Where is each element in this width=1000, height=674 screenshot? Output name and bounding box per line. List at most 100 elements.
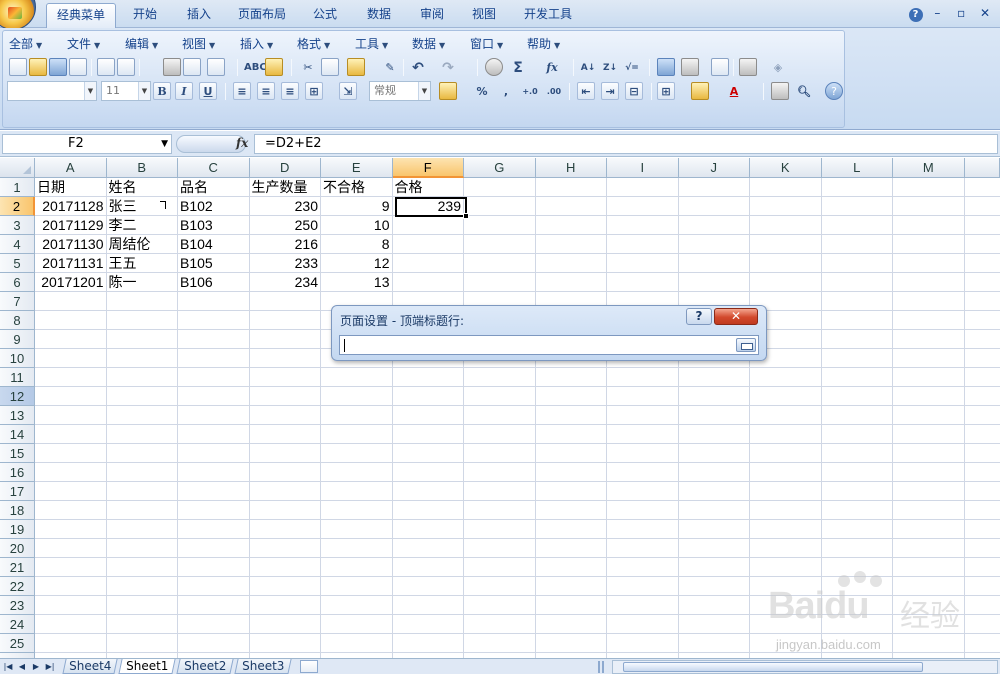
sheet-tab-sheet3[interactable]: Sheet3 [234, 659, 292, 674]
insert-function-icon[interactable]: fx [543, 58, 561, 76]
menu-data[interactable]: 数据 ▼ [412, 34, 445, 54]
cell-e5[interactable]: 12 [321, 254, 392, 273]
row-header-3[interactable]: 3 [0, 216, 35, 235]
cell-c2[interactable]: B102 [178, 197, 249, 216]
tab-developer[interactable]: 开发工具 [516, 3, 580, 28]
row-header-1[interactable]: 1 [0, 178, 35, 197]
cell-styles-icon[interactable]: ⊟ [625, 82, 643, 100]
cell-c5[interactable]: B105 [178, 254, 249, 273]
row-header-23[interactable]: 23 [0, 596, 35, 615]
print-icon[interactable] [163, 58, 181, 76]
tab-formulas[interactable]: 公式 [304, 3, 346, 28]
sort-descending-icon[interactable]: Z↓ [601, 58, 619, 76]
menu-window[interactable]: 窗口 ▼ [470, 34, 503, 54]
insert-sheet-icon[interactable] [300, 660, 318, 673]
row-header-16[interactable]: 16 [0, 463, 35, 482]
row-header-13[interactable]: 13 [0, 406, 35, 425]
cell-e1[interactable]: 不合格 [321, 178, 392, 197]
column-header-m[interactable]: M [893, 158, 965, 178]
column-header-k[interactable]: K [750, 158, 822, 178]
name-box[interactable]: F2 ▼ [2, 134, 172, 154]
menu-tools[interactable]: 工具 ▼ [355, 34, 388, 54]
column-header-c[interactable]: C [178, 158, 250, 178]
menu-view[interactable]: 视图 ▼ [182, 34, 215, 54]
save-icon[interactable] [49, 58, 67, 76]
column-header-l[interactable]: L [821, 158, 893, 178]
font-name-combo[interactable]: ▼ [7, 81, 97, 101]
cell-b2[interactable]: 张三 [107, 197, 178, 216]
prev-sheet-icon[interactable]: ◀ [16, 660, 28, 673]
row-header-9[interactable]: 9 [0, 330, 35, 349]
cell-a6[interactable]: 20171201 [35, 273, 106, 292]
number-format-combo[interactable]: 常规 ▼ [369, 81, 431, 101]
worksheet-grid[interactable]: ABCDEFGHIJKLM 1 2 3 4 5 6 7 8 9 10 11 12 13 14 15 16 17 1… [0, 158, 1000, 658]
first-sheet-icon[interactable]: |◀ [2, 660, 14, 673]
horizontal-scrollbar[interactable] [612, 660, 998, 674]
row-header-12[interactable]: 12 [0, 387, 35, 406]
cell-e2[interactable]: 9 [321, 197, 392, 216]
column-header-j[interactable]: J [678, 158, 750, 178]
tab-view[interactable]: 视图 [463, 3, 505, 28]
underline-button[interactable]: U [199, 82, 217, 100]
cell-b6[interactable]: 陈一 [107, 273, 178, 292]
cell-e6[interactable]: 13 [321, 273, 392, 292]
menu-all[interactable]: 全部 ▼ [9, 34, 42, 54]
sheet-tab-sheet1[interactable]: Sheet1 [118, 659, 176, 674]
increase-decimal-icon[interactable]: +.0 [521, 82, 539, 100]
row-header-14[interactable]: 14 [0, 425, 35, 444]
cell-a1[interactable]: 日期 [35, 178, 106, 197]
insert-function-icon[interactable]: fx [236, 136, 248, 150]
undo-icon[interactable]: ↶ [409, 58, 427, 76]
row-header-2[interactable]: 2 [0, 197, 35, 216]
filter-icon[interactable]: √= [623, 58, 641, 76]
fill-handle[interactable] [463, 213, 469, 219]
row-header-17[interactable]: 17 [0, 482, 35, 501]
font-color-icon[interactable]: A [725, 82, 743, 100]
autosum-icon[interactable]: Σ [509, 58, 527, 76]
align-center-icon[interactable]: ≡ [257, 82, 275, 100]
column-header-h[interactable]: H [535, 158, 607, 178]
row-header-4[interactable]: 4 [0, 235, 35, 254]
borders-icon[interactable]: ⊞ [657, 82, 675, 100]
cell-b5[interactable]: 王五 [107, 254, 178, 273]
font-size-combo[interactable]: 11 ▼ [101, 81, 151, 101]
tab-split-handle[interactable] [598, 661, 604, 673]
options-icon[interactable]: ◈ [769, 58, 787, 76]
row-header-5[interactable]: 5 [0, 254, 35, 273]
cell-d6[interactable]: 234 [250, 273, 321, 292]
row-header-22[interactable]: 22 [0, 577, 35, 596]
restore-icon[interactable]: ▫ [952, 4, 970, 22]
bold-button[interactable]: B [153, 82, 171, 100]
minimize-icon[interactable]: – [928, 4, 946, 22]
cell-a3[interactable]: 20171129 [35, 216, 106, 235]
cell-b4[interactable]: 周结伦 [107, 235, 178, 254]
fill-color-icon[interactable] [691, 82, 709, 100]
chart-icon[interactable] [657, 58, 675, 76]
cell-d4[interactable]: 216 [250, 235, 321, 254]
cell-f1[interactable]: 合格 [393, 178, 464, 197]
print-preview-icon[interactable] [117, 58, 135, 76]
row-header-24[interactable]: 24 [0, 615, 35, 634]
cell-c4[interactable]: B104 [178, 235, 249, 254]
sort-ascending-icon[interactable]: A↓ [579, 58, 597, 76]
increase-indent-icon[interactable]: ⇥ [601, 82, 619, 100]
next-sheet-icon[interactable]: ▶ [30, 660, 42, 673]
row-header-6[interactable]: 6 [0, 273, 35, 292]
redo-icon[interactable]: ↷ [439, 58, 457, 76]
row-header-7[interactable]: 7 [0, 292, 35, 311]
cell-b1[interactable]: 姓名 [107, 178, 178, 197]
decrease-indent-icon[interactable]: ⇤ [577, 82, 595, 100]
find-icon[interactable]: 🔍︎ [795, 82, 813, 100]
tab-page-layout[interactable]: 页面布局 [232, 3, 292, 28]
percent-button[interactable]: % [473, 82, 491, 100]
column-header-g[interactable]: G [464, 158, 536, 178]
cell-c3[interactable]: B103 [178, 216, 249, 235]
column-header-d[interactable]: D [249, 158, 321, 178]
research-icon[interactable] [265, 58, 283, 76]
row-header-8[interactable]: 8 [0, 311, 35, 330]
column-header-a[interactable]: A [35, 158, 107, 178]
office-button[interactable] [0, 0, 36, 30]
title-rows-input[interactable] [339, 335, 759, 355]
spelling-icon[interactable]: ABC [243, 58, 267, 76]
cell-c6[interactable]: B106 [178, 273, 249, 292]
